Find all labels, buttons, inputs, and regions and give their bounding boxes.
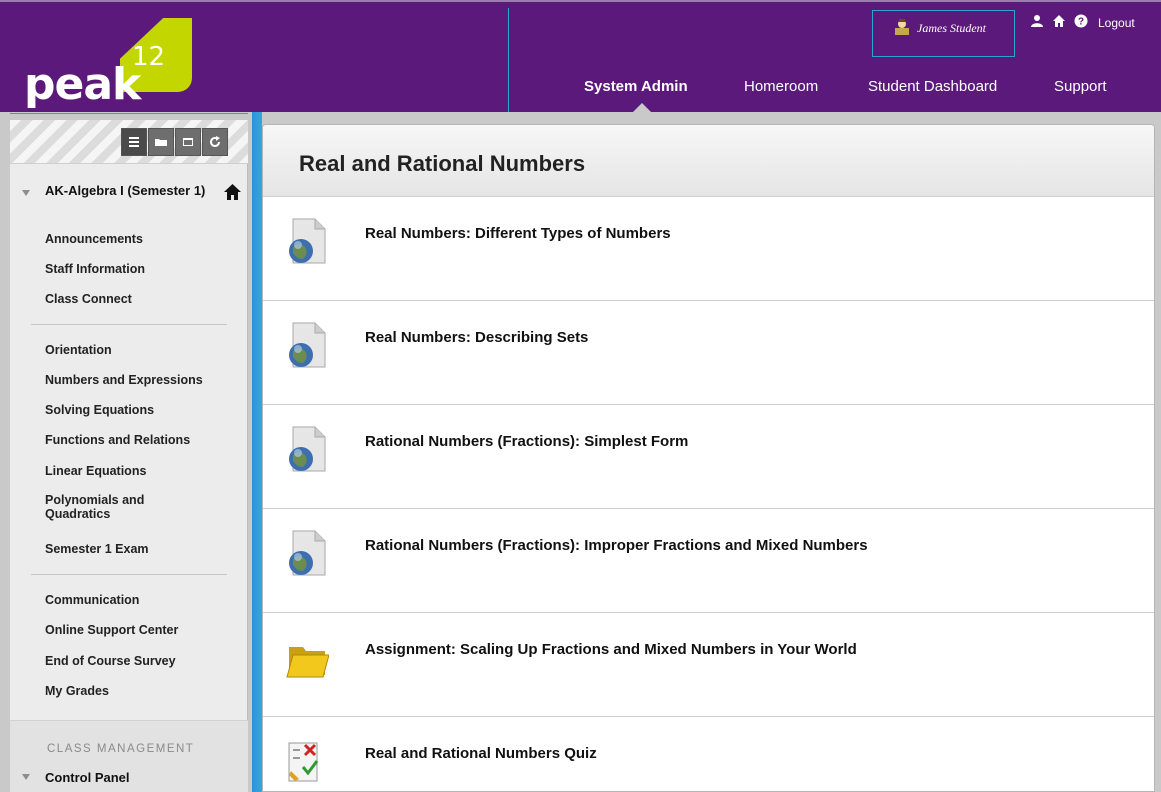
item-title[interactable]: Real Numbers: Describing Sets [365,329,588,346]
help-icon[interactable]: ? [1074,14,1088,28]
logout-link[interactable]: Logout [1098,16,1135,30]
refresh-icon[interactable] [202,128,228,156]
menu-divider [31,324,227,325]
menu-online-support-center[interactable]: Online Support Center [45,623,235,637]
content-item[interactable]: Rational Numbers (Fractions): Simplest F… [263,405,1154,509]
item-title[interactable]: Real Numbers: Different Types of Numbers [365,225,671,242]
content-item[interactable]: Assignment: Scaling Up Fractions and Mix… [263,613,1154,717]
class-management-section: CLASS MANAGEMENT Control Panel [10,720,248,792]
menu-end-of-course-survey[interactable]: End of Course Survey [45,654,235,668]
web-link-icon [289,530,326,576]
item-title[interactable]: Rational Numbers (Fractions): Improper F… [365,537,868,554]
menu-announcements[interactable]: Announcements [45,232,235,246]
user-menu[interactable]: James Student [872,10,1015,57]
home-icon[interactable] [1052,14,1066,28]
menu-toolbar [10,120,248,164]
menu-my-grades[interactable]: My Grades [45,684,235,698]
svg-text:?: ? [1078,17,1084,28]
content-item[interactable]: Real Numbers: Different Types of Numbers [263,197,1154,301]
class-management-label: CLASS MANAGEMENT [47,743,195,755]
content-item[interactable]: Rational Numbers (Fractions): Improper F… [263,509,1154,613]
control-panel-link[interactable]: Control Panel [45,770,130,785]
menu-communication[interactable]: Communication [45,593,235,607]
web-link-icon [289,322,326,368]
menu-functions-relations[interactable]: Functions and Relations [45,433,235,447]
nav-homeroom[interactable]: Homeroom [744,78,818,95]
active-nav-caret [633,103,651,112]
menu-linear-equations[interactable]: Linear Equations [45,464,235,478]
item-title[interactable]: Real and Rational Numbers Quiz [365,745,597,762]
main-nav: System Admin Homeroom Student Dashboard … [0,78,1161,100]
list-view-icon[interactable] [121,128,147,156]
course-home-icon [224,184,241,200]
web-link-icon [289,426,326,472]
menu-numbers-expressions[interactable]: Numbers and Expressions [45,373,235,387]
window-icon[interactable] [175,128,201,156]
item-title[interactable]: Rational Numbers (Fractions): Simplest F… [365,433,688,450]
menu-solving-equations[interactable]: Solving Equations [45,403,235,417]
content-panel: Real and Rational Numbers Real Numbers: … [262,124,1155,792]
control-panel-triangle-icon[interactable] [22,774,30,780]
nav-system-admin[interactable]: System Admin [584,78,688,95]
menu-semester-exam[interactable]: Semester 1 Exam [45,542,235,556]
course-title: AK-Algebra I (Semester 1) [45,183,206,198]
user-name: James Student [917,21,986,35]
quiz-icon [288,742,319,782]
nav-student-dashboard[interactable]: Student Dashboard [868,78,997,95]
menu-orientation[interactable]: Orientation [45,343,235,357]
web-link-icon [289,218,326,264]
nav-support[interactable]: Support [1054,78,1107,95]
folder-view-icon[interactable] [148,128,174,156]
collapse-triangle-icon[interactable] [22,190,30,196]
content-item[interactable]: Real and Rational Numbers Quiz [263,717,1154,791]
menu-divider [31,574,227,575]
top-header: 12 peak James Student ? Logout System Ad… [0,0,1161,114]
course-menu: AK-Algebra I (Semester 1) Announcements … [10,120,248,792]
menu-staff-information[interactable]: Staff Information [45,262,235,276]
profile-icon[interactable] [1030,14,1044,28]
user-avatar-icon [895,19,909,35]
item-title[interactable]: Assignment: Scaling Up Fractions and Mix… [365,641,857,658]
menu-polynomials-quadratics[interactable]: Polynomials and Quadratics [45,493,165,521]
menu-class-connect[interactable]: Class Connect [45,292,235,306]
page-title: Real and Rational Numbers [299,151,586,176]
content-header: Real and Rational Numbers [263,125,1154,197]
folder-icon [286,647,329,678]
content-item[interactable]: Real Numbers: Describing Sets [263,301,1154,405]
